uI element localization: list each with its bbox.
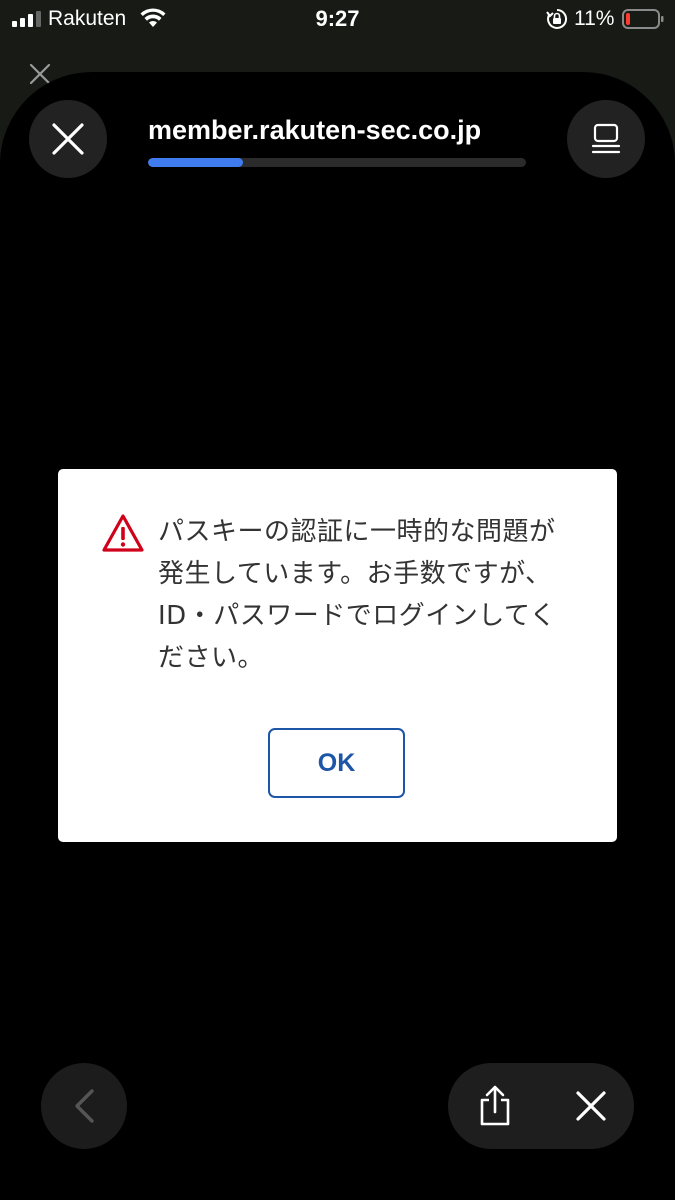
status-bar: Rakuten 9:27 11% <box>0 0 675 40</box>
tabs-button[interactable] <box>567 100 645 178</box>
page-load-progress <box>148 158 526 167</box>
progress-fill <box>148 158 243 167</box>
close-icon <box>52 123 84 155</box>
url-label[interactable]: member.rakuten-sec.co.jp <box>148 112 528 148</box>
back-button[interactable] <box>41 1063 127 1149</box>
bottom-actions-pill <box>448 1063 634 1149</box>
rotation-lock-icon <box>546 8 568 29</box>
battery-percent: 11% <box>574 7 615 30</box>
battery-low-icon <box>622 9 664 29</box>
back-icon <box>75 1089 94 1123</box>
dialog-message: パスキーの認証に一時的な問題が発生しています。お手数ですが、ID・パスワードでロ… <box>158 517 557 673</box>
close-button[interactable] <box>566 1081 616 1131</box>
tabs-icon <box>591 123 621 154</box>
close-browser-button[interactable] <box>29 100 107 178</box>
share-icon <box>480 1085 510 1126</box>
ok-button[interactable]: OK <box>268 728 405 798</box>
warning-icon <box>102 514 144 552</box>
close-icon <box>576 1091 606 1121</box>
error-dialog: パスキーの認証に一時的な問題が発生しています。お手数ですが、ID・パスワードでロ… <box>58 469 617 842</box>
screen: Rakuten 9:27 11% member.rakuten-sec.co.j… <box>0 0 675 1200</box>
share-button[interactable] <box>470 1081 520 1131</box>
